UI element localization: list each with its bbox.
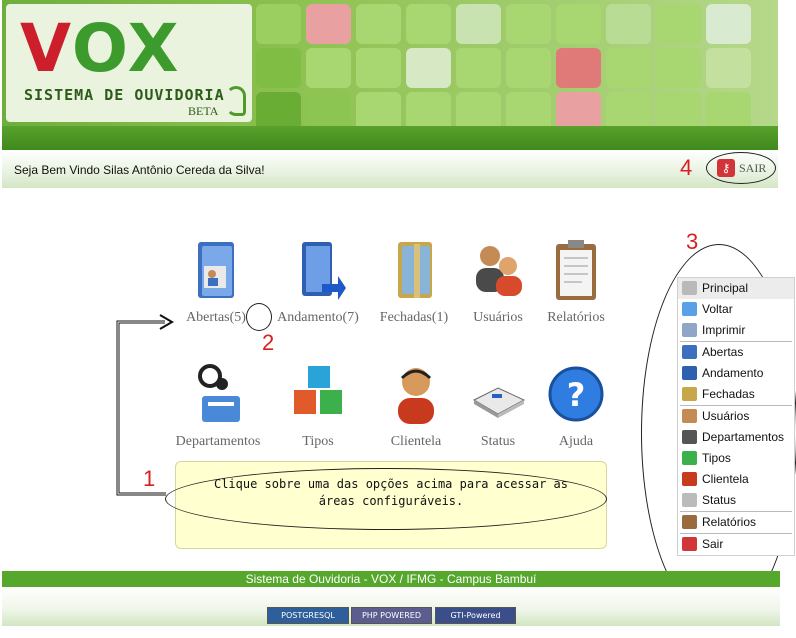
printer-icon [682, 323, 697, 337]
vox-logo: VOX [20, 10, 181, 87]
book-icon [468, 360, 528, 426]
users-icon [468, 236, 528, 302]
footer-bar: Sistema de Ouvidoria - VOX / IFMG - Camp… [2, 571, 780, 587]
blocks-icon [682, 451, 697, 465]
support-agent-icon [682, 472, 697, 486]
closed-folder-icon [682, 387, 697, 401]
php-badge[interactable]: PHP POWERED [351, 607, 432, 624]
key-icon: ⚷ [717, 159, 735, 177]
header-banner: VOX SISTEMA DE OUVIDORIA BETA [2, 0, 778, 150]
home-icon [682, 281, 697, 295]
gti-badge[interactable]: GTI-Powered [435, 607, 516, 624]
beta-label: BETA [188, 104, 219, 118]
banner-panel: VOX SISTEMA DE OUVIDORIA BETA [2, 0, 778, 126]
annotation-4: 4 [680, 155, 693, 180]
back-arrow-icon [682, 302, 697, 316]
progress-folder-icon [682, 366, 697, 380]
logout-button[interactable]: ⚷ SAIR [706, 152, 776, 184]
tile-tipos[interactable]: Tipos [270, 360, 366, 450]
banner-mosaic [254, 0, 778, 126]
postgresql-badge[interactable]: POSTGRESQL POWERED [267, 607, 349, 635]
menu-item-imprimir[interactable]: Imprimir [678, 320, 794, 341]
tile-relatorios[interactable]: Relatórios [528, 236, 624, 326]
menu-item-abertas[interactable]: Abertas [678, 342, 794, 363]
support-agent-icon [386, 360, 446, 426]
menu-item-voltar[interactable]: Voltar [678, 299, 794, 320]
welcome-text: Seja Bem Vindo Silas Antônio Cereda da S… [14, 163, 265, 177]
users-icon [682, 409, 697, 423]
menu-item-clientela[interactable]: Clientela [678, 469, 794, 490]
annotation-2: 2 [262, 330, 275, 355]
open-count: (5) [229, 310, 246, 325]
help-icon: ? [546, 360, 606, 426]
tile-departamentos[interactable]: Departamentos [170, 360, 266, 450]
departments-icon [188, 360, 248, 426]
departments-icon [682, 430, 697, 444]
progress-folder-icon [288, 236, 348, 302]
count-highlight-ellipse [246, 303, 272, 331]
tile-fechadas[interactable]: Fechadas(1) [366, 236, 462, 326]
clipboard-icon [546, 236, 606, 302]
side-menu: Principal Voltar Imprimir Abertas Andame… [677, 277, 795, 556]
svg-text:?: ? [567, 376, 586, 414]
menu-item-relatorios[interactable]: Relatórios [678, 512, 794, 533]
menu-item-andamento[interactable]: Andamento [678, 363, 794, 384]
ear-icon [226, 86, 246, 116]
key-icon [682, 537, 697, 551]
tile-ajuda[interactable]: ? Ajuda [528, 360, 624, 450]
closed-folder-icon [384, 236, 444, 302]
menu-item-fechadas[interactable]: Fechadas [678, 384, 794, 405]
welcome-bar: Seja Bem Vindo Silas Antônio Cereda da S… [2, 150, 778, 188]
clipboard-icon [682, 515, 697, 529]
instruction-highlight-ellipse [165, 468, 607, 530]
menu-item-sair[interactable]: Sair [678, 534, 794, 555]
open-folder-icon [682, 345, 697, 359]
blocks-icon [288, 360, 348, 426]
logout-label: SAIR [739, 161, 767, 175]
menu-item-tipos[interactable]: Tipos [678, 448, 794, 469]
banner-strip [2, 126, 778, 150]
menu-item-usuarios[interactable]: Usuários [678, 406, 794, 427]
annotation-1: 1 [143, 466, 156, 491]
logo-subtitle: SISTEMA DE OUVIDORIA [24, 86, 225, 104]
tile-andamento[interactable]: Andamento(7) [270, 236, 366, 326]
book-icon [682, 493, 697, 507]
menu-item-principal[interactable]: Principal [678, 278, 794, 299]
menu-item-status[interactable]: Status [678, 490, 794, 511]
open-folder-icon [186, 236, 246, 302]
menu-item-departamentos[interactable]: Departamentos [678, 427, 794, 448]
